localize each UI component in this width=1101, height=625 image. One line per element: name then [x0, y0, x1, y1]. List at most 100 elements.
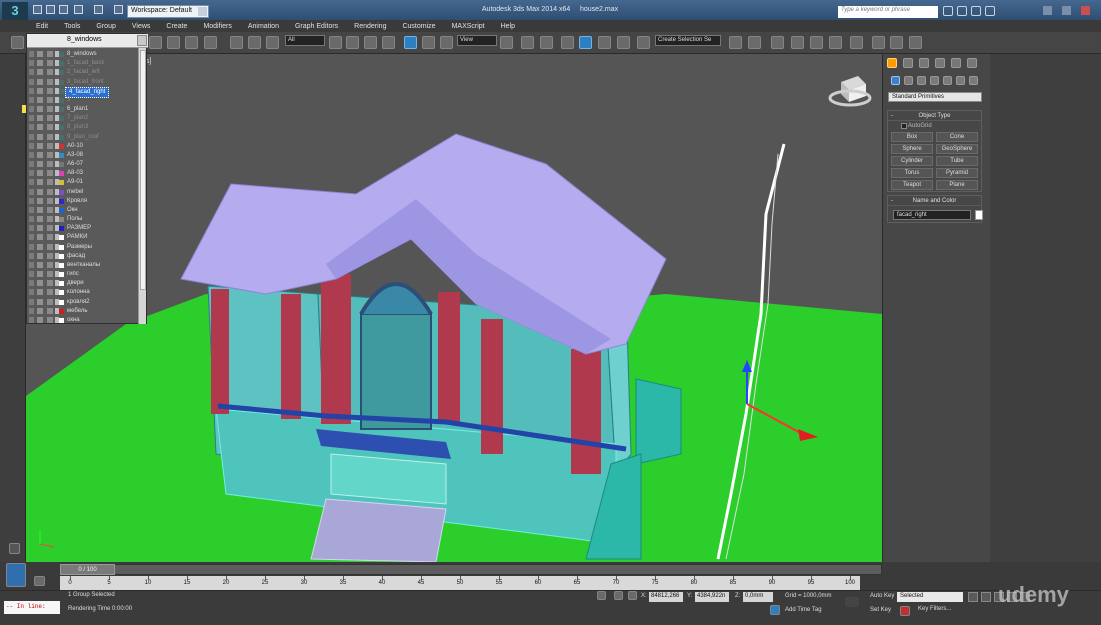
maximize-button[interactable]: [1062, 6, 1071, 15]
menu-create[interactable]: Create: [166, 23, 187, 30]
menu-edit[interactable]: Edit: [36, 23, 48, 30]
modify-tab-icon[interactable]: [903, 58, 913, 68]
layer-row[interactable]: окна: [27, 316, 139, 325]
time-tag-icon[interactable]: [770, 605, 780, 615]
select-object-icon[interactable]: [329, 36, 342, 49]
layer-visibility-icons[interactable]: [29, 234, 59, 241]
select-manipulate-icon[interactable]: [521, 36, 534, 49]
z-coordinate-input[interactable]: 0,0mm: [743, 592, 773, 602]
selection-filter-dropdown[interactable]: All: [285, 35, 325, 46]
y-coordinate-input[interactable]: 4384,922n: [695, 592, 729, 602]
shapes-icon[interactable]: [904, 76, 913, 85]
layer-visibility-icons[interactable]: [29, 124, 59, 131]
layer-row[interactable]: кровля2: [27, 298, 139, 307]
layer-visibility-icons[interactable]: [29, 225, 59, 232]
layer-row[interactable]: 6_plan1: [27, 105, 139, 114]
communication-center-icon[interactable]: [957, 6, 967, 16]
unlink-icon[interactable]: [248, 36, 261, 49]
render-setup-icon[interactable]: [872, 36, 885, 49]
cone-button[interactable]: Cone: [936, 132, 978, 142]
layer-visibility-icons[interactable]: [29, 133, 59, 140]
rendered-frame-window-icon[interactable]: [890, 36, 903, 49]
layer-row[interactable]: 8_plan3: [27, 123, 139, 132]
layer-visibility-icons[interactable]: [29, 179, 59, 186]
snaps-toggle-icon[interactable]: [561, 36, 574, 49]
layer-visibility-icons[interactable]: [29, 280, 59, 287]
align-icon[interactable]: [748, 36, 761, 49]
layer-row[interactable]: A8-03: [27, 169, 139, 178]
viewport-layout-tab-icon[interactable]: [6, 563, 26, 587]
go-to-start-icon[interactable]: [968, 592, 978, 602]
layer-visibility-icons[interactable]: [29, 316, 59, 323]
geometry-icon[interactable]: [891, 76, 900, 85]
save-file-icon[interactable]: [59, 5, 68, 14]
layer-visibility-icons[interactable]: [29, 298, 59, 305]
layer-row[interactable]: колонна: [27, 288, 139, 297]
move-icon[interactable]: [404, 36, 417, 49]
isolate-selection-icon[interactable]: [597, 591, 606, 600]
layer-visibility-icons[interactable]: [29, 188, 59, 195]
absolute-mode-icon[interactable]: [628, 591, 637, 600]
menu-rendering[interactable]: Rendering: [354, 23, 386, 30]
layer-row[interactable]: A3-08: [27, 151, 139, 160]
layer-row[interactable]: 5: [27, 96, 139, 105]
layer-row[interactable]: РАМКИ: [27, 233, 139, 242]
cameras-icon[interactable]: [930, 76, 939, 85]
layer-visibility-icons[interactable]: [29, 60, 59, 67]
rectangle-selection-icon[interactable]: [364, 36, 377, 49]
layer-visibility-icons[interactable]: [29, 307, 59, 314]
layer-visibility-icons[interactable]: [29, 51, 59, 57]
menu-graph-editors[interactable]: Graph Editors: [295, 23, 338, 30]
layer-row[interactable]: мебель: [27, 307, 139, 316]
maxscript-listener[interactable]: -- In line:: [4, 601, 60, 614]
torus-button[interactable]: Torus: [891, 168, 933, 178]
toggle-scene-explorer-icon[interactable]: [771, 36, 784, 49]
checkbox-icon[interactable]: [901, 123, 907, 129]
scrollbar-thumb[interactable]: [140, 50, 146, 290]
layer-row[interactable]: 1_facad_back: [27, 59, 139, 68]
layer-row[interactable]: 9_plan_roof: [27, 133, 139, 142]
layer-visibility-icons[interactable]: [29, 271, 59, 278]
create-tab-icon[interactable]: [887, 58, 897, 68]
layer-visibility-icons[interactable]: [29, 261, 59, 268]
project-folder-icon[interactable]: [114, 5, 123, 14]
layer-row[interactable]: Размеры: [27, 243, 139, 252]
hierarchy-tab-icon[interactable]: [919, 58, 929, 68]
window-crossing-icon[interactable]: [382, 36, 395, 49]
render-production-icon[interactable]: [909, 36, 922, 49]
systems-icon[interactable]: [969, 76, 978, 85]
layer-visibility-icons[interactable]: [29, 197, 59, 204]
layer-row[interactable]: A6-07: [27, 160, 139, 169]
layer-visibility-icons[interactable]: [29, 170, 59, 177]
utilities-tab-icon[interactable]: [967, 58, 977, 68]
auto-key-button[interactable]: Auto Key: [870, 593, 894, 599]
layer-row[interactable]: mebel: [27, 188, 139, 197]
mini-curve-editor-icon[interactable]: [34, 576, 45, 586]
layer-visibility-icons[interactable]: [29, 151, 59, 158]
key-selection-dropdown[interactable]: Selected: [897, 592, 963, 602]
layer-visibility-icons[interactable]: [29, 161, 59, 168]
display-tab-icon[interactable]: [951, 58, 961, 68]
toggle-layer-explorer-icon[interactable]: [791, 36, 804, 49]
add-to-layer-icon[interactable]: [185, 36, 198, 49]
new-file-icon[interactable]: [33, 5, 42, 14]
layer-visibility-icons[interactable]: [29, 78, 59, 85]
box-button[interactable]: Box: [891, 132, 933, 142]
workspace-dropdown[interactable]: Workspace: Default: [127, 5, 209, 18]
set-key-button[interactable]: Set Key: [870, 607, 891, 613]
add-time-tag[interactable]: Add Time Tag: [785, 607, 822, 613]
layer-visibility-icons[interactable]: [29, 289, 59, 296]
app-logo[interactable]: 3: [2, 2, 28, 20]
name-and-color-header[interactable]: - Name and Color: [888, 196, 981, 206]
link-icon[interactable]: [230, 36, 243, 49]
angle-snap-icon[interactable]: [579, 36, 592, 49]
layer-row[interactable]: вентканалы: [27, 261, 139, 270]
layer-visibility-icons[interactable]: [29, 243, 59, 250]
selection-lock-icon[interactable]: [614, 591, 623, 600]
keyboard-shortcut-override-icon[interactable]: [540, 36, 553, 49]
perspective-viewport[interactable]: [26, 54, 882, 562]
menu-customize[interactable]: Customize: [402, 23, 435, 30]
teapot-button[interactable]: Teapot: [891, 180, 933, 190]
cylinder-button[interactable]: Cylinder: [891, 156, 933, 166]
previous-frame-icon[interactable]: [981, 592, 991, 602]
